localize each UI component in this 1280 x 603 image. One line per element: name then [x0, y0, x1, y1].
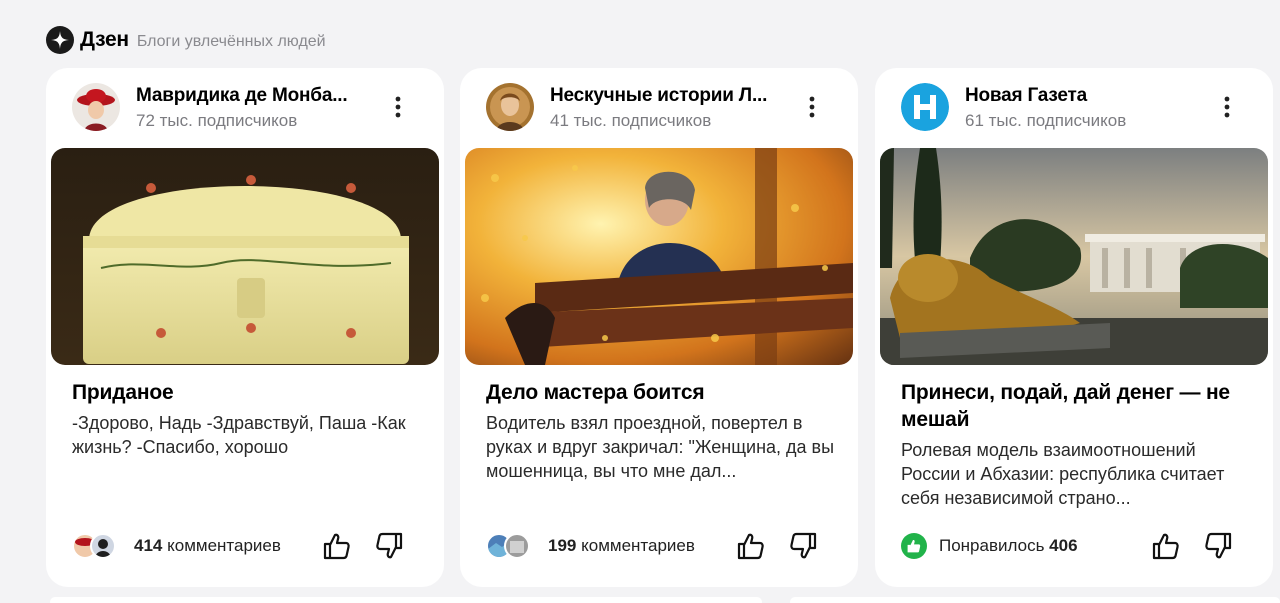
commenter-avatar — [90, 533, 116, 559]
article-title[interactable]: Дело мастера боится — [486, 379, 834, 406]
article-card[interactable]: Новая Газета 61 тыс. подписчиков Принеси… — [875, 68, 1273, 587]
thumbs-down-icon[interactable] — [374, 531, 404, 561]
channel-avatar[interactable] — [901, 83, 949, 131]
article-card[interactable]: Мавридика де Монба... 72 тыс. подписчико… — [46, 68, 444, 587]
card-header: Мавридика де Монба... 72 тыс. подписчико… — [72, 83, 424, 133]
next-row-card[interactable] — [790, 597, 1280, 603]
liked-thumbs-up-icon — [901, 533, 927, 559]
comments-link[interactable]: 414 комментариев — [134, 536, 281, 556]
article-title[interactable]: Приданое — [72, 379, 420, 406]
card-footer: 199 комментариев — [486, 531, 838, 561]
zen-star-icon[interactable] — [46, 26, 74, 54]
thumbs-down-icon[interactable] — [1203, 531, 1233, 561]
commenter-avatars — [72, 533, 122, 559]
liked-label: Понравилось — [939, 536, 1045, 555]
comments-label: комментариев — [581, 536, 695, 555]
thumbs-up-icon[interactable] — [322, 531, 352, 561]
card-footer: Понравилось 406 — [901, 531, 1253, 561]
channel-subscribers: 61 тыс. подписчиков — [965, 111, 1127, 130]
channel-name[interactable]: Нескучные истории Л... — [550, 85, 767, 107]
brand-name[interactable]: Дзен — [80, 28, 129, 52]
article-snippet[interactable]: Водитель взял проездной, повертел в рука… — [486, 411, 836, 483]
next-row-card[interactable] — [50, 597, 762, 603]
thumbs-up-icon[interactable] — [736, 531, 766, 561]
article-snippet[interactable]: Ролевая модель взаимоотношений России и … — [901, 438, 1251, 510]
liked-count: 406 — [1049, 536, 1078, 555]
channel-name[interactable]: Мавридика де Монба... — [136, 85, 348, 107]
brand-tagline: Блоги увлечённых людей — [136, 32, 326, 50]
likes-summary: Понравилось 406 — [939, 536, 1078, 556]
comments-label: комментариев — [167, 536, 281, 555]
channel-subscribers: 72 тыс. подписчиков — [136, 111, 298, 130]
article-cover-image[interactable] — [465, 148, 853, 365]
channel-avatar[interactable] — [486, 83, 534, 131]
more-options-icon[interactable] — [798, 93, 826, 121]
more-options-icon[interactable] — [384, 93, 412, 121]
card-footer: 414 комментариев — [72, 531, 424, 561]
commenter-avatar — [504, 533, 530, 559]
article-cover-image[interactable] — [51, 148, 439, 365]
comments-count: 414 — [134, 536, 163, 555]
comments-count: 199 — [548, 536, 577, 555]
article-snippet[interactable]: -Здорово, Надь -Здравствуй, Паша -Как жи… — [72, 411, 422, 459]
feed-header: Дзен Блоги увлечённых людей — [46, 26, 326, 54]
commenter-avatars — [486, 533, 536, 559]
channel-avatar[interactable] — [72, 83, 120, 131]
article-card[interactable]: Нескучные истории Л... 41 тыс. подписчик… — [460, 68, 858, 587]
channel-name[interactable]: Новая Газета — [965, 85, 1087, 107]
thumbs-up-icon[interactable] — [1151, 531, 1181, 561]
card-header: Новая Газета 61 тыс. подписчиков — [901, 83, 1253, 133]
more-options-icon[interactable] — [1213, 93, 1241, 121]
article-cover-image[interactable] — [880, 148, 1268, 365]
thumbs-down-icon[interactable] — [788, 531, 818, 561]
channel-subscribers: 41 тыс. подписчиков — [550, 111, 712, 130]
article-title[interactable]: Принеси, подай, дай денег — не мешай — [901, 379, 1249, 433]
comments-link[interactable]: 199 комментариев — [548, 536, 695, 556]
card-header: Нескучные истории Л... 41 тыс. подписчик… — [486, 83, 838, 133]
